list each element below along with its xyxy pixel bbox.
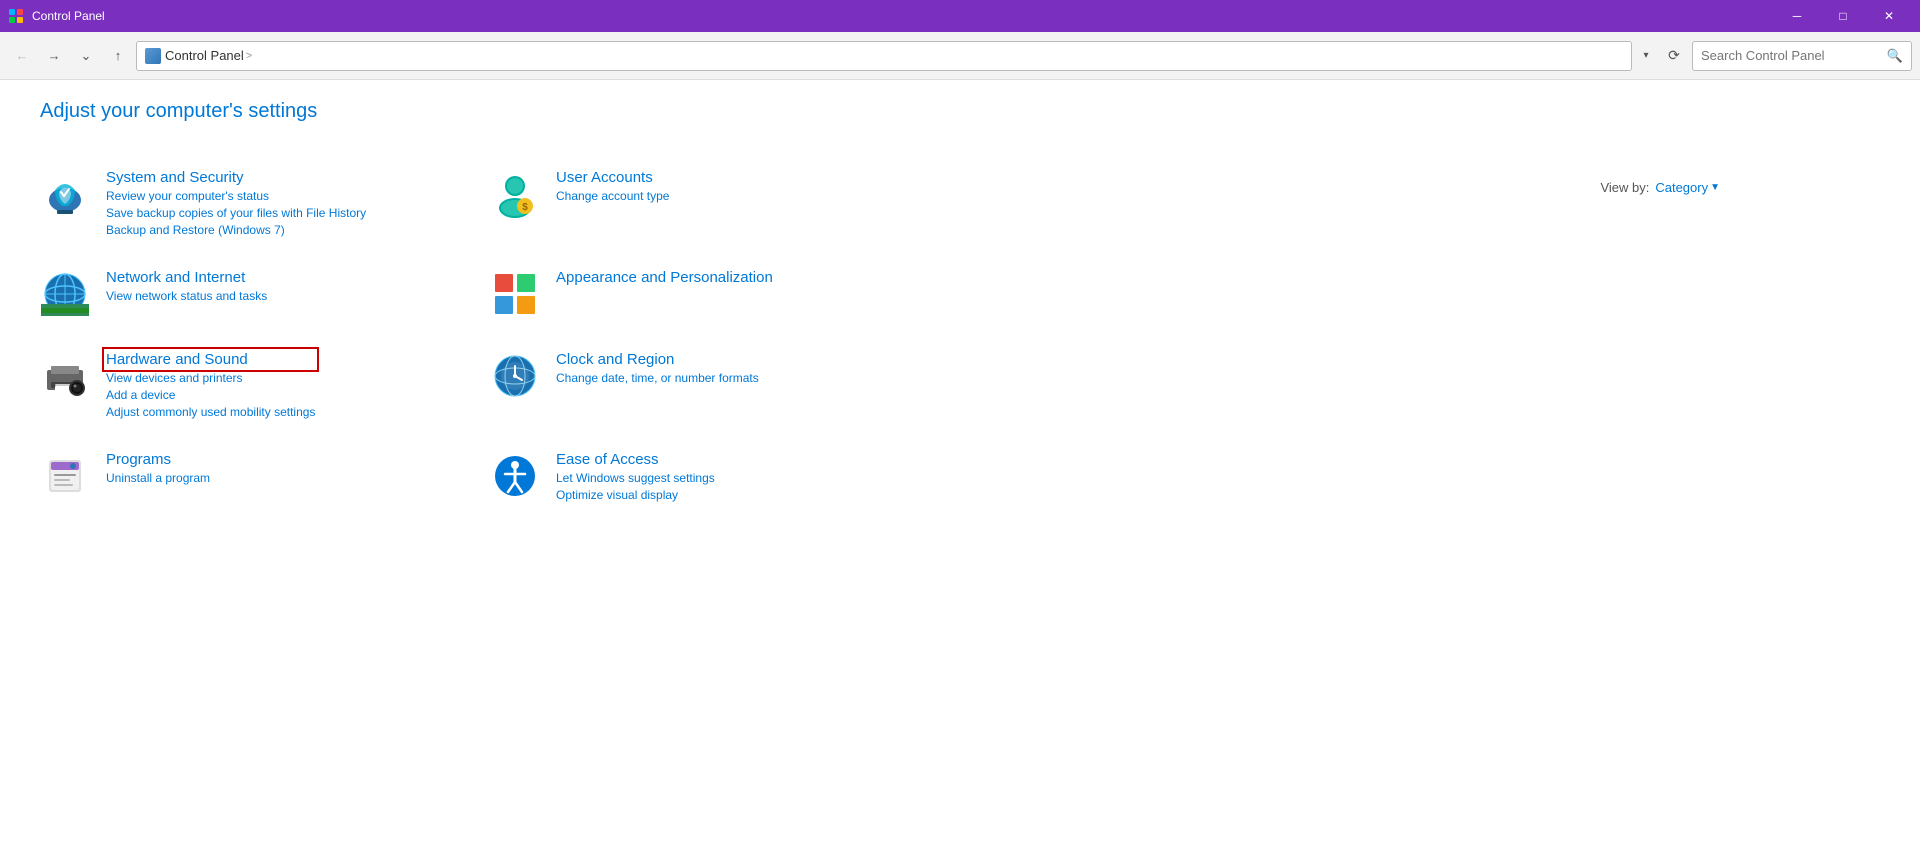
clock-region-icon [490, 351, 540, 401]
user-accounts-content: User Accounts Change account type [556, 169, 669, 203]
titlebar-controls: ─ □ ✕ [1774, 0, 1912, 32]
addressbar: ← → ⌄ ↑ Control Panel > ▾ ⟳ 🔍 [0, 32, 1920, 80]
search-box: 🔍 [1692, 41, 1912, 71]
hardware-sound-icon [40, 351, 90, 401]
category-system-security: System and Security Review your computer… [40, 153, 490, 253]
ease-of-access-title[interactable]: Ease of Access [556, 451, 715, 468]
user-accounts-title[interactable]: User Accounts [556, 169, 669, 186]
minimize-button[interactable]: ─ [1774, 0, 1820, 32]
up-button[interactable]: ↑ [104, 42, 132, 70]
main-content: Adjust your computer's settings View by:… [0, 80, 1920, 538]
address-dropdown[interactable]: ▾ [1636, 42, 1656, 70]
network-internet-icon [40, 269, 90, 319]
view-by-label: View by: [1600, 180, 1649, 195]
hardware-sound-title[interactable]: Hardware and Sound [106, 351, 315, 368]
category-ease-of-access: Ease of Access Let Windows suggest setti… [490, 435, 940, 518]
appearance-title[interactable]: Appearance and Personalization [556, 269, 773, 286]
app-icon [8, 8, 24, 24]
search-input[interactable] [1701, 48, 1883, 63]
user-accounts-icon: $ [490, 169, 540, 219]
back-button[interactable]: ← [8, 42, 36, 70]
svg-text:$: $ [522, 202, 528, 213]
system-security-link-1[interactable]: Review your computer's status [106, 189, 366, 203]
ease-of-access-icon [490, 451, 540, 501]
category-programs: Programs Uninstall a program [40, 435, 490, 518]
path-icon [145, 48, 161, 64]
hardware-sound-content: Hardware and Sound View devices and prin… [106, 351, 315, 419]
titlebar: Control Panel ─ □ ✕ [0, 0, 1920, 32]
titlebar-title: Control Panel [32, 9, 105, 23]
ease-of-access-link-1[interactable]: Let Windows suggest settings [556, 471, 715, 485]
view-by: View by: Category ▼ [1600, 180, 1720, 195]
address-box: Control Panel > [136, 41, 1632, 71]
programs-link-1[interactable]: Uninstall a program [106, 471, 210, 485]
user-accounts-link-1[interactable]: Change account type [556, 189, 669, 203]
network-internet-title[interactable]: Network and Internet [106, 269, 267, 286]
appearance-icon [490, 269, 540, 319]
category-clock-region: Clock and Region Change date, time, or n… [490, 335, 940, 435]
page-title: Adjust your computer's settings [40, 100, 1880, 123]
hardware-sound-link-2[interactable]: Add a device [106, 388, 315, 402]
search-icon: 🔍 [1887, 48, 1903, 64]
category-hardware-sound: Hardware and Sound View devices and prin… [40, 335, 490, 435]
clock-region-content: Clock and Region Change date, time, or n… [556, 351, 759, 385]
system-security-link-3[interactable]: Backup and Restore (Windows 7) [106, 223, 366, 237]
view-by-value[interactable]: Category ▼ [1655, 180, 1720, 195]
clock-region-title[interactable]: Clock and Region [556, 351, 759, 368]
appearance-content: Appearance and Personalization [556, 269, 773, 286]
network-internet-link-1[interactable]: View network status and tasks [106, 289, 267, 303]
ease-of-access-link-2[interactable]: Optimize visual display [556, 488, 715, 502]
clock-region-link-1[interactable]: Change date, time, or number formats [556, 371, 759, 385]
address-path: Control Panel > [165, 48, 252, 63]
system-security-link-2[interactable]: Save backup copies of your files with Fi… [106, 206, 366, 220]
ease-of-access-content: Ease of Access Let Windows suggest setti… [556, 451, 715, 502]
path-root: Control Panel [165, 48, 244, 63]
category-user-accounts: $ User Accounts Change account type [490, 153, 940, 253]
system-security-content: System and Security Review your computer… [106, 169, 366, 237]
refresh-button[interactable]: ⟳ [1660, 42, 1688, 70]
view-by-chevron-icon: ▼ [1710, 182, 1720, 193]
network-internet-content: Network and Internet View network status… [106, 269, 267, 303]
hardware-sound-link-1[interactable]: View devices and printers [106, 371, 315, 385]
programs-content: Programs Uninstall a program [106, 451, 210, 485]
programs-title[interactable]: Programs [106, 451, 210, 468]
system-security-icon [40, 169, 90, 219]
categories-grid: System and Security Review your computer… [40, 153, 940, 518]
titlebar-left: Control Panel [8, 8, 105, 24]
recent-button[interactable]: ⌄ [72, 42, 100, 70]
category-network-internet: Network and Internet View network status… [40, 253, 490, 335]
hardware-sound-link-3[interactable]: Adjust commonly used mobility settings [106, 405, 315, 419]
view-by-value-text: Category [1655, 180, 1708, 195]
programs-icon [40, 451, 90, 501]
maximize-button[interactable]: □ [1820, 0, 1866, 32]
forward-button[interactable]: → [40, 42, 68, 70]
system-security-title[interactable]: System and Security [106, 169, 366, 186]
path-separator: > [246, 50, 252, 62]
close-button[interactable]: ✕ [1866, 0, 1912, 32]
category-appearance: Appearance and Personalization [490, 253, 940, 335]
